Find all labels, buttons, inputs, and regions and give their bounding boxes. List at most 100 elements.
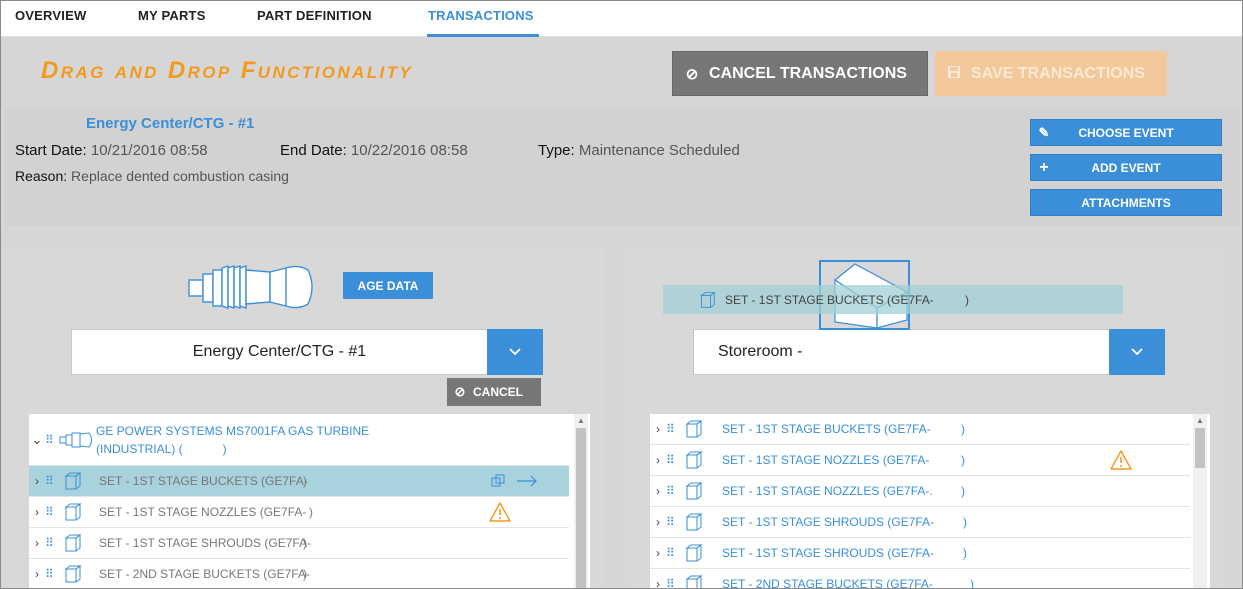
list-item-label: SET - 1ST STAGE SHROUDS (GE7FA- xyxy=(722,546,935,560)
attachments-button[interactable]: ATTACHMENTS xyxy=(1030,189,1222,216)
drag-handle-icon[interactable]: ⠿ xyxy=(45,567,59,581)
drag-handle-icon[interactable]: ⠿ xyxy=(666,546,680,560)
cancel-icon: ⊘ xyxy=(685,65,699,83)
chevron-right-icon[interactable]: › xyxy=(29,536,45,550)
drag-handle-icon[interactable]: ⠿ xyxy=(666,484,680,498)
drag-handle-icon[interactable]: ⠿ xyxy=(45,433,59,447)
list-item-label: SET - 1ST STAGE NOZZLES (GE7FA- xyxy=(722,453,930,467)
chevron-right-icon[interactable]: › xyxy=(650,453,666,467)
event-info-panel: Energy Center/CTG - #1 Start Date: 10/21… xyxy=(5,108,1240,226)
list-item-label: SET - 2ND STAGE BUCKETS (GE7FA- xyxy=(99,567,310,581)
parent-row[interactable]: ⌄ ⠿ GE POWER SYSTEMS MS7001FA GAS TURBIN… xyxy=(29,414,569,466)
list-item[interactable]: › ⠿ SET - 1ST STAGE SHROUDS (GE7FA-) xyxy=(650,538,1190,569)
add-event-label: ADD EVENT xyxy=(1091,160,1161,175)
list-item-label-end: ) xyxy=(303,536,307,550)
warning-icon xyxy=(1110,450,1132,470)
scroll-up-icon[interactable]: ▲ xyxy=(577,416,585,425)
drag-ghost-item[interactable]: SET - 1ST STAGE BUCKETS (GE7FA-) xyxy=(663,285,1123,314)
cancel-transactions-button[interactable]: ⊘ CANCEL TRANSACTIONS xyxy=(672,51,928,96)
attachments-label: ATTACHMENTS xyxy=(1081,195,1171,210)
save-transactions-button[interactable]: SAVE TRANSACTIONS xyxy=(935,51,1167,96)
cancel-label: CANCEL xyxy=(473,385,523,399)
chevron-right-icon[interactable]: › xyxy=(650,515,666,529)
list-item-label: SET - 2ND STAGE BUCKETS (GE7FA- xyxy=(722,577,933,589)
destination-location-select[interactable]: Storeroom - xyxy=(693,329,1110,375)
part-box-icon xyxy=(700,291,716,308)
chevron-right-icon[interactable]: › xyxy=(650,546,666,560)
scrollbar[interactable]: ▲ xyxy=(574,414,588,588)
gas-turbine-icon xyxy=(59,431,92,448)
copy-icon[interactable] xyxy=(491,474,505,488)
list-item[interactable]: › ⠿ SET - 2ND STAGE BUCKETS (GE7FA-) xyxy=(29,559,569,588)
age-data-button[interactable]: AGE DATA xyxy=(343,272,433,299)
scrollbar[interactable]: ▲ xyxy=(1193,414,1207,588)
list-item-label: SET - 1ST STAGE SHROUDS (GE7FA- xyxy=(722,515,935,529)
drag-handle-icon[interactable]: ⠿ xyxy=(666,422,680,436)
drag-handle-icon[interactable]: ⠿ xyxy=(45,536,59,550)
list-item[interactable]: › ⠿ SET - 2ND STAGE BUCKETS (GE7FA-) xyxy=(650,569,1190,589)
list-item[interactable]: › ⠿ SET - 1ST STAGE SHROUDS (GE7FA-) xyxy=(650,507,1190,538)
parent-label[interactable]: GE POWER SYSTEMS MS7001FA GAS TURBINE (I… xyxy=(96,422,369,458)
scrollbar-thumb[interactable] xyxy=(576,428,586,588)
source-location-select[interactable]: Energy Center/CTG - #1 xyxy=(71,329,488,375)
chevron-right-icon[interactable]: › xyxy=(650,577,666,588)
choose-event-label: CHOOSE EVENT xyxy=(1078,125,1174,140)
parent-label-line2-end: ) xyxy=(222,441,227,456)
drag-handle-icon[interactable]: ⠿ xyxy=(45,474,59,488)
chevron-right-icon[interactable]: › xyxy=(650,484,666,498)
part-box-icon xyxy=(685,575,703,588)
chevron-right-icon[interactable]: › xyxy=(29,567,45,581)
tab-overview[interactable]: OVERVIEW xyxy=(15,8,86,23)
list-item[interactable]: › ⠿ SET - 1ST STAGE SHROUDS (GE7FA-) xyxy=(29,528,569,559)
scrollbar-thumb[interactable] xyxy=(1195,428,1205,468)
list-item-label-end: ) xyxy=(303,567,307,581)
event-type-label: Type: xyxy=(538,142,575,159)
warning-icon xyxy=(489,502,511,522)
list-item-label-end: ) xyxy=(309,505,313,519)
move-arrow-icon[interactable] xyxy=(516,475,538,487)
end-date-label: End Date: xyxy=(280,142,347,159)
tab-bar: OVERVIEW MY PARTS PART DEFINITION TRANSA… xyxy=(1,1,1242,37)
destination-parts-list: › ⠿ SET - 1ST STAGE BUCKETS (GE7FA-) › ⠿… xyxy=(650,414,1210,589)
drag-handle-icon[interactable]: ⠿ xyxy=(45,505,59,519)
chevron-right-icon[interactable]: › xyxy=(29,474,45,488)
event-type-value: Maintenance Scheduled xyxy=(578,142,740,159)
destination-dropdown-button[interactable] xyxy=(1109,329,1165,375)
source-panel: AGE DATA Energy Center/CTG - #1 ⊘ CANCEL… xyxy=(6,246,604,588)
add-event-button[interactable]: + ADD EVENT xyxy=(1030,154,1222,181)
reason-value: Replace dented combustion casing xyxy=(71,168,289,184)
plus-icon: + xyxy=(1039,158,1049,176)
start-date-label: Start Date: xyxy=(15,142,87,159)
list-item[interactable]: › ⠿ SET - 1ST STAGE NOZZLES (GE7FA-) xyxy=(650,445,1190,476)
cancel-button[interactable]: ⊘ CANCEL xyxy=(447,378,541,406)
pencil-icon: ✎ xyxy=(1038,124,1050,140)
part-box-icon xyxy=(685,451,703,469)
list-item[interactable]: › ⠿ SET - 1ST STAGE BUCKETS (GE7FA-) xyxy=(29,466,569,497)
chevron-right-icon[interactable]: › xyxy=(29,505,45,519)
chevron-down-icon[interactable]: ⌄ xyxy=(29,432,45,448)
source-dropdown-button[interactable] xyxy=(487,329,543,375)
cancel-transactions-label: CANCEL TRANSACTIONS xyxy=(709,64,907,82)
tab-part-definition[interactable]: PART DEFINITION xyxy=(257,8,372,23)
drag-handle-icon[interactable]: ⠿ xyxy=(666,453,680,467)
drag-handle-icon[interactable]: ⠿ xyxy=(666,515,680,529)
list-item-label-end: ) xyxy=(963,515,967,529)
event-name[interactable]: Energy Center/CTG - #1 xyxy=(86,115,254,132)
tab-my-parts[interactable]: MY PARTS xyxy=(138,8,206,23)
choose-event-button[interactable]: ✎ CHOOSE EVENT xyxy=(1030,119,1222,146)
event-type: Type: Maintenance Scheduled xyxy=(538,142,740,159)
drag-handle-icon[interactable]: ⠿ xyxy=(666,577,680,588)
part-box-icon xyxy=(685,420,703,438)
chevron-right-icon[interactable]: › xyxy=(650,422,666,436)
part-box-icon xyxy=(64,534,82,552)
start-date-value: 10/21/2016 08:58 xyxy=(90,142,208,159)
part-box-icon xyxy=(685,544,703,562)
list-item[interactable]: › ⠿ SET - 1ST STAGE NOZZLES (GE7FA-) xyxy=(29,497,569,528)
list-item[interactable]: › ⠿ SET - 1ST STAGE NOZZLES (GE7FA-.) xyxy=(650,476,1190,507)
app-window: OVERVIEW MY PARTS PART DEFINITION TRANSA… xyxy=(0,0,1243,589)
list-item-label-end: ) xyxy=(961,484,965,498)
scroll-up-icon[interactable]: ▲ xyxy=(1196,416,1204,425)
list-item[interactable]: › ⠿ SET - 1ST STAGE BUCKETS (GE7FA-) xyxy=(650,414,1190,445)
list-item-label: SET - 1ST STAGE NOZZLES (GE7FA-. xyxy=(722,484,933,498)
tab-transactions[interactable]: TRANSACTIONS xyxy=(428,8,534,23)
